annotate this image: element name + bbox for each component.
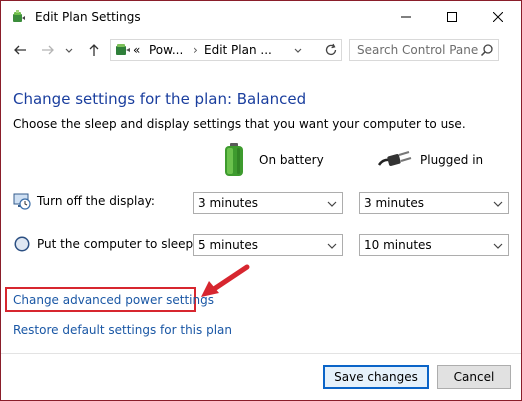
page-title: Change settings for the plan: Balanced [13, 90, 307, 108]
selected-value: 5 minutes [198, 238, 259, 252]
selected-value: 3 minutes [364, 196, 425, 210]
selected-value: 3 minutes [198, 196, 259, 210]
sleep-plugged-in-select[interactable]: 10 minutes [359, 234, 509, 256]
chevron-down-icon [327, 201, 337, 207]
chevron-down-icon [493, 243, 503, 249]
title-bar: Edit Plan Settings [1, 1, 521, 33]
chevron-down-icon [65, 48, 73, 53]
page-description: Choose the sleep and display settings th… [13, 117, 466, 131]
refresh-icon [325, 43, 337, 56]
sleep-on-battery-select[interactable]: 5 minutes [193, 234, 343, 256]
arrow-up-icon [89, 44, 99, 56]
sleep-moon-icon [13, 235, 31, 253]
selected-value: 10 minutes [364, 238, 432, 252]
search-input[interactable] [350, 40, 478, 60]
back-button[interactable] [11, 41, 29, 59]
breadcrumb-separator: › [193, 43, 198, 57]
display-plugged-in-select[interactable]: 3 minutes [359, 192, 509, 214]
display-clock-icon [13, 192, 31, 210]
row-label-sleep: Put the computer to sleep: [37, 237, 198, 251]
close-button[interactable] [475, 1, 521, 33]
annotation-arrow-icon [201, 264, 250, 297]
power-plan-icon [11, 9, 27, 25]
change-advanced-power-settings-link[interactable]: Change advanced power settings [13, 293, 214, 307]
refresh-button[interactable] [322, 41, 340, 59]
forward-button[interactable] [39, 41, 57, 59]
window-title: Edit Plan Settings [35, 10, 141, 24]
arrow-right-icon [42, 45, 54, 55]
address-bar[interactable]: « Pow... › Edit Plan ... [110, 39, 342, 61]
footer-divider [1, 353, 521, 354]
column-header-on-battery: On battery [259, 153, 324, 167]
row-label-turn-off-display: Turn off the display: [37, 194, 155, 208]
battery-icon [223, 143, 245, 180]
minimize-button[interactable] [383, 1, 429, 33]
breadcrumb-item-edit-plan[interactable]: Edit Plan ... [204, 43, 272, 57]
restore-default-settings-link[interactable]: Restore default settings for this plan [13, 323, 232, 337]
maximize-icon [447, 12, 457, 22]
column-header-plugged-in: Plugged in [420, 153, 484, 167]
recent-locations-button[interactable] [63, 41, 75, 59]
address-dropdown[interactable] [293, 44, 303, 58]
breadcrumb-item-power-options[interactable]: Pow... [149, 43, 183, 57]
up-button[interactable] [85, 41, 103, 59]
minimize-icon [401, 16, 411, 18]
control-panel-icon [113, 42, 131, 58]
arrow-left-icon [14, 45, 26, 55]
chevron-down-icon [327, 243, 337, 249]
maximize-button[interactable] [429, 1, 475, 33]
cancel-button[interactable]: Cancel [437, 365, 511, 389]
search-box[interactable] [349, 39, 499, 61]
power-plug-icon [377, 149, 413, 172]
display-on-battery-select[interactable]: 3 minutes [193, 192, 343, 214]
search-icon[interactable] [480, 43, 494, 57]
chevron-down-icon [493, 201, 503, 207]
save-changes-button[interactable]: Save changes [323, 365, 429, 389]
chevron-down-icon [294, 48, 302, 53]
breadcrumb-overflow[interactable]: « [133, 43, 140, 57]
edit-plan-settings-window: Edit Plan Settings « Pow... › Edit Plan … [0, 0, 522, 401]
close-icon [493, 12, 503, 22]
